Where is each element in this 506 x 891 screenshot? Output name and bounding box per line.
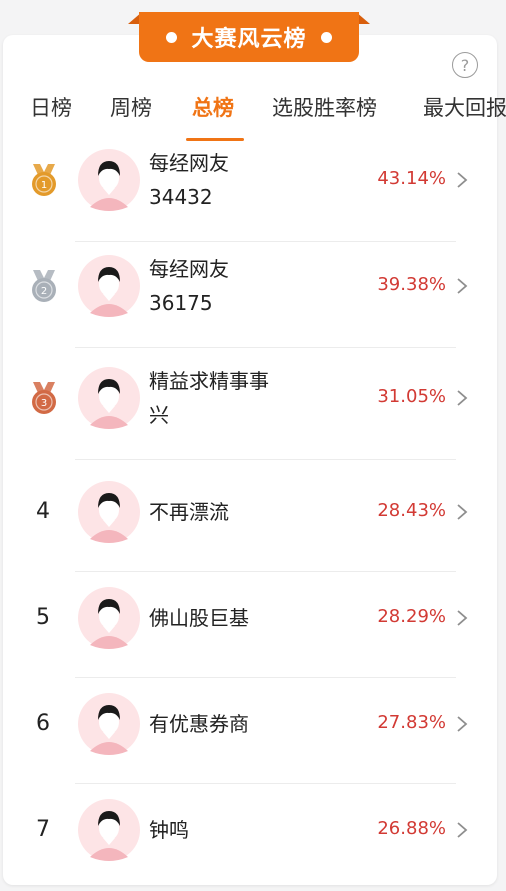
silver-medal-icon: 2 bbox=[29, 268, 59, 304]
user-name[interactable]: 精益求精事事兴 bbox=[149, 364, 299, 432]
user-name[interactable]: 每经网友 34432 bbox=[149, 146, 299, 214]
user-name[interactable]: 不再漂流 bbox=[149, 495, 299, 529]
tab-overall[interactable]: 总榜 bbox=[192, 92, 234, 122]
ranking-row[interactable]: 5 佛山股巨基 28.29% bbox=[0, 566, 506, 678]
chevron-right-icon[interactable] bbox=[456, 716, 468, 732]
user-name-line1: 有优惠券商 bbox=[149, 712, 249, 736]
chevron-right-icon[interactable] bbox=[456, 390, 468, 406]
user-name-line1: 每经网友 bbox=[149, 151, 229, 175]
return-percent: 28.43% bbox=[377, 500, 446, 521]
rank-number: 7 bbox=[36, 817, 50, 842]
user-name[interactable]: 每经网友 36175 bbox=[149, 252, 299, 320]
ranking-row[interactable]: 4 不再漂流 28.43% bbox=[0, 460, 506, 572]
user-name-line1: 每经网友 bbox=[149, 257, 229, 281]
banner-dot-left bbox=[166, 31, 178, 43]
return-percent: 31.05% bbox=[377, 386, 446, 407]
ranking-row[interactable]: 3 精益求精事事兴 31.05% bbox=[0, 348, 506, 460]
chevron-right-icon[interactable] bbox=[456, 610, 468, 626]
user-name[interactable]: 佛山股巨基 bbox=[149, 601, 299, 635]
ranking-tabs: 日榜 周榜 总榜 选股胜率榜 最大回报 bbox=[0, 92, 506, 142]
avatar[interactable] bbox=[78, 587, 140, 649]
tab-weekly[interactable]: 周榜 bbox=[110, 92, 152, 122]
return-percent: 27.83% bbox=[377, 712, 446, 733]
avatar[interactable] bbox=[78, 693, 140, 755]
return-percent: 43.14% bbox=[377, 168, 446, 189]
bronze-medal-icon: 3 bbox=[29, 380, 59, 416]
chevron-right-icon[interactable] bbox=[456, 278, 468, 294]
user-name-line1: 钟鸣 bbox=[149, 818, 189, 842]
banner-dot-right bbox=[320, 31, 332, 43]
banner-body: 大赛风云榜 bbox=[139, 12, 359, 62]
user-name-line2: 兴 bbox=[149, 403, 169, 427]
ranking-row[interactable]: 7 钟鸣 26.88% bbox=[0, 778, 506, 890]
leaderboard-banner: 大赛风云榜 bbox=[128, 12, 370, 62]
help-icon-glyph: ? bbox=[460, 55, 470, 75]
rank-number: 5 bbox=[36, 605, 50, 630]
avatar[interactable] bbox=[78, 481, 140, 543]
tab-max-return[interactable]: 最大回报 bbox=[423, 92, 506, 122]
rank-number: 4 bbox=[36, 499, 50, 524]
return-percent: 28.29% bbox=[377, 606, 446, 627]
avatar[interactable] bbox=[78, 799, 140, 861]
ranking-row[interactable]: 2 每经网友 36175 39.38% bbox=[0, 236, 506, 348]
return-percent: 39.38% bbox=[377, 274, 446, 295]
avatar[interactable] bbox=[78, 255, 140, 317]
tab-daily[interactable]: 日榜 bbox=[30, 92, 72, 122]
user-name-line1: 不再漂流 bbox=[149, 500, 229, 524]
user-name-line2: 36175 bbox=[149, 291, 213, 315]
tab-stock-win-rate[interactable]: 选股胜率榜 bbox=[272, 92, 377, 122]
user-name-line1: 精益求精事事 bbox=[149, 369, 269, 393]
ranking-row[interactable]: 1 每经网友 34432 43.14% bbox=[0, 130, 506, 242]
active-tab-indicator bbox=[186, 138, 244, 141]
avatar[interactable] bbox=[78, 367, 140, 429]
help-icon[interactable]: ? bbox=[452, 52, 478, 78]
gold-medal-icon: 1 bbox=[29, 162, 59, 198]
user-name[interactable]: 有优惠券商 bbox=[149, 707, 299, 741]
svg-text:3: 3 bbox=[41, 398, 47, 409]
user-name[interactable]: 钟鸣 bbox=[149, 813, 299, 847]
return-percent: 26.88% bbox=[377, 818, 446, 839]
avatar[interactable] bbox=[78, 149, 140, 211]
chevron-right-icon[interactable] bbox=[456, 172, 468, 188]
user-name-line1: 佛山股巨基 bbox=[149, 606, 249, 630]
ranking-row[interactable]: 6 有优惠券商 27.83% bbox=[0, 672, 506, 784]
rank-number: 6 bbox=[36, 711, 50, 736]
chevron-right-icon[interactable] bbox=[456, 822, 468, 838]
svg-text:1: 1 bbox=[41, 180, 47, 191]
chevron-right-icon[interactable] bbox=[456, 504, 468, 520]
banner-title: 大赛风云榜 bbox=[191, 27, 307, 52]
user-name-line2: 34432 bbox=[149, 185, 213, 209]
svg-text:2: 2 bbox=[41, 286, 47, 297]
